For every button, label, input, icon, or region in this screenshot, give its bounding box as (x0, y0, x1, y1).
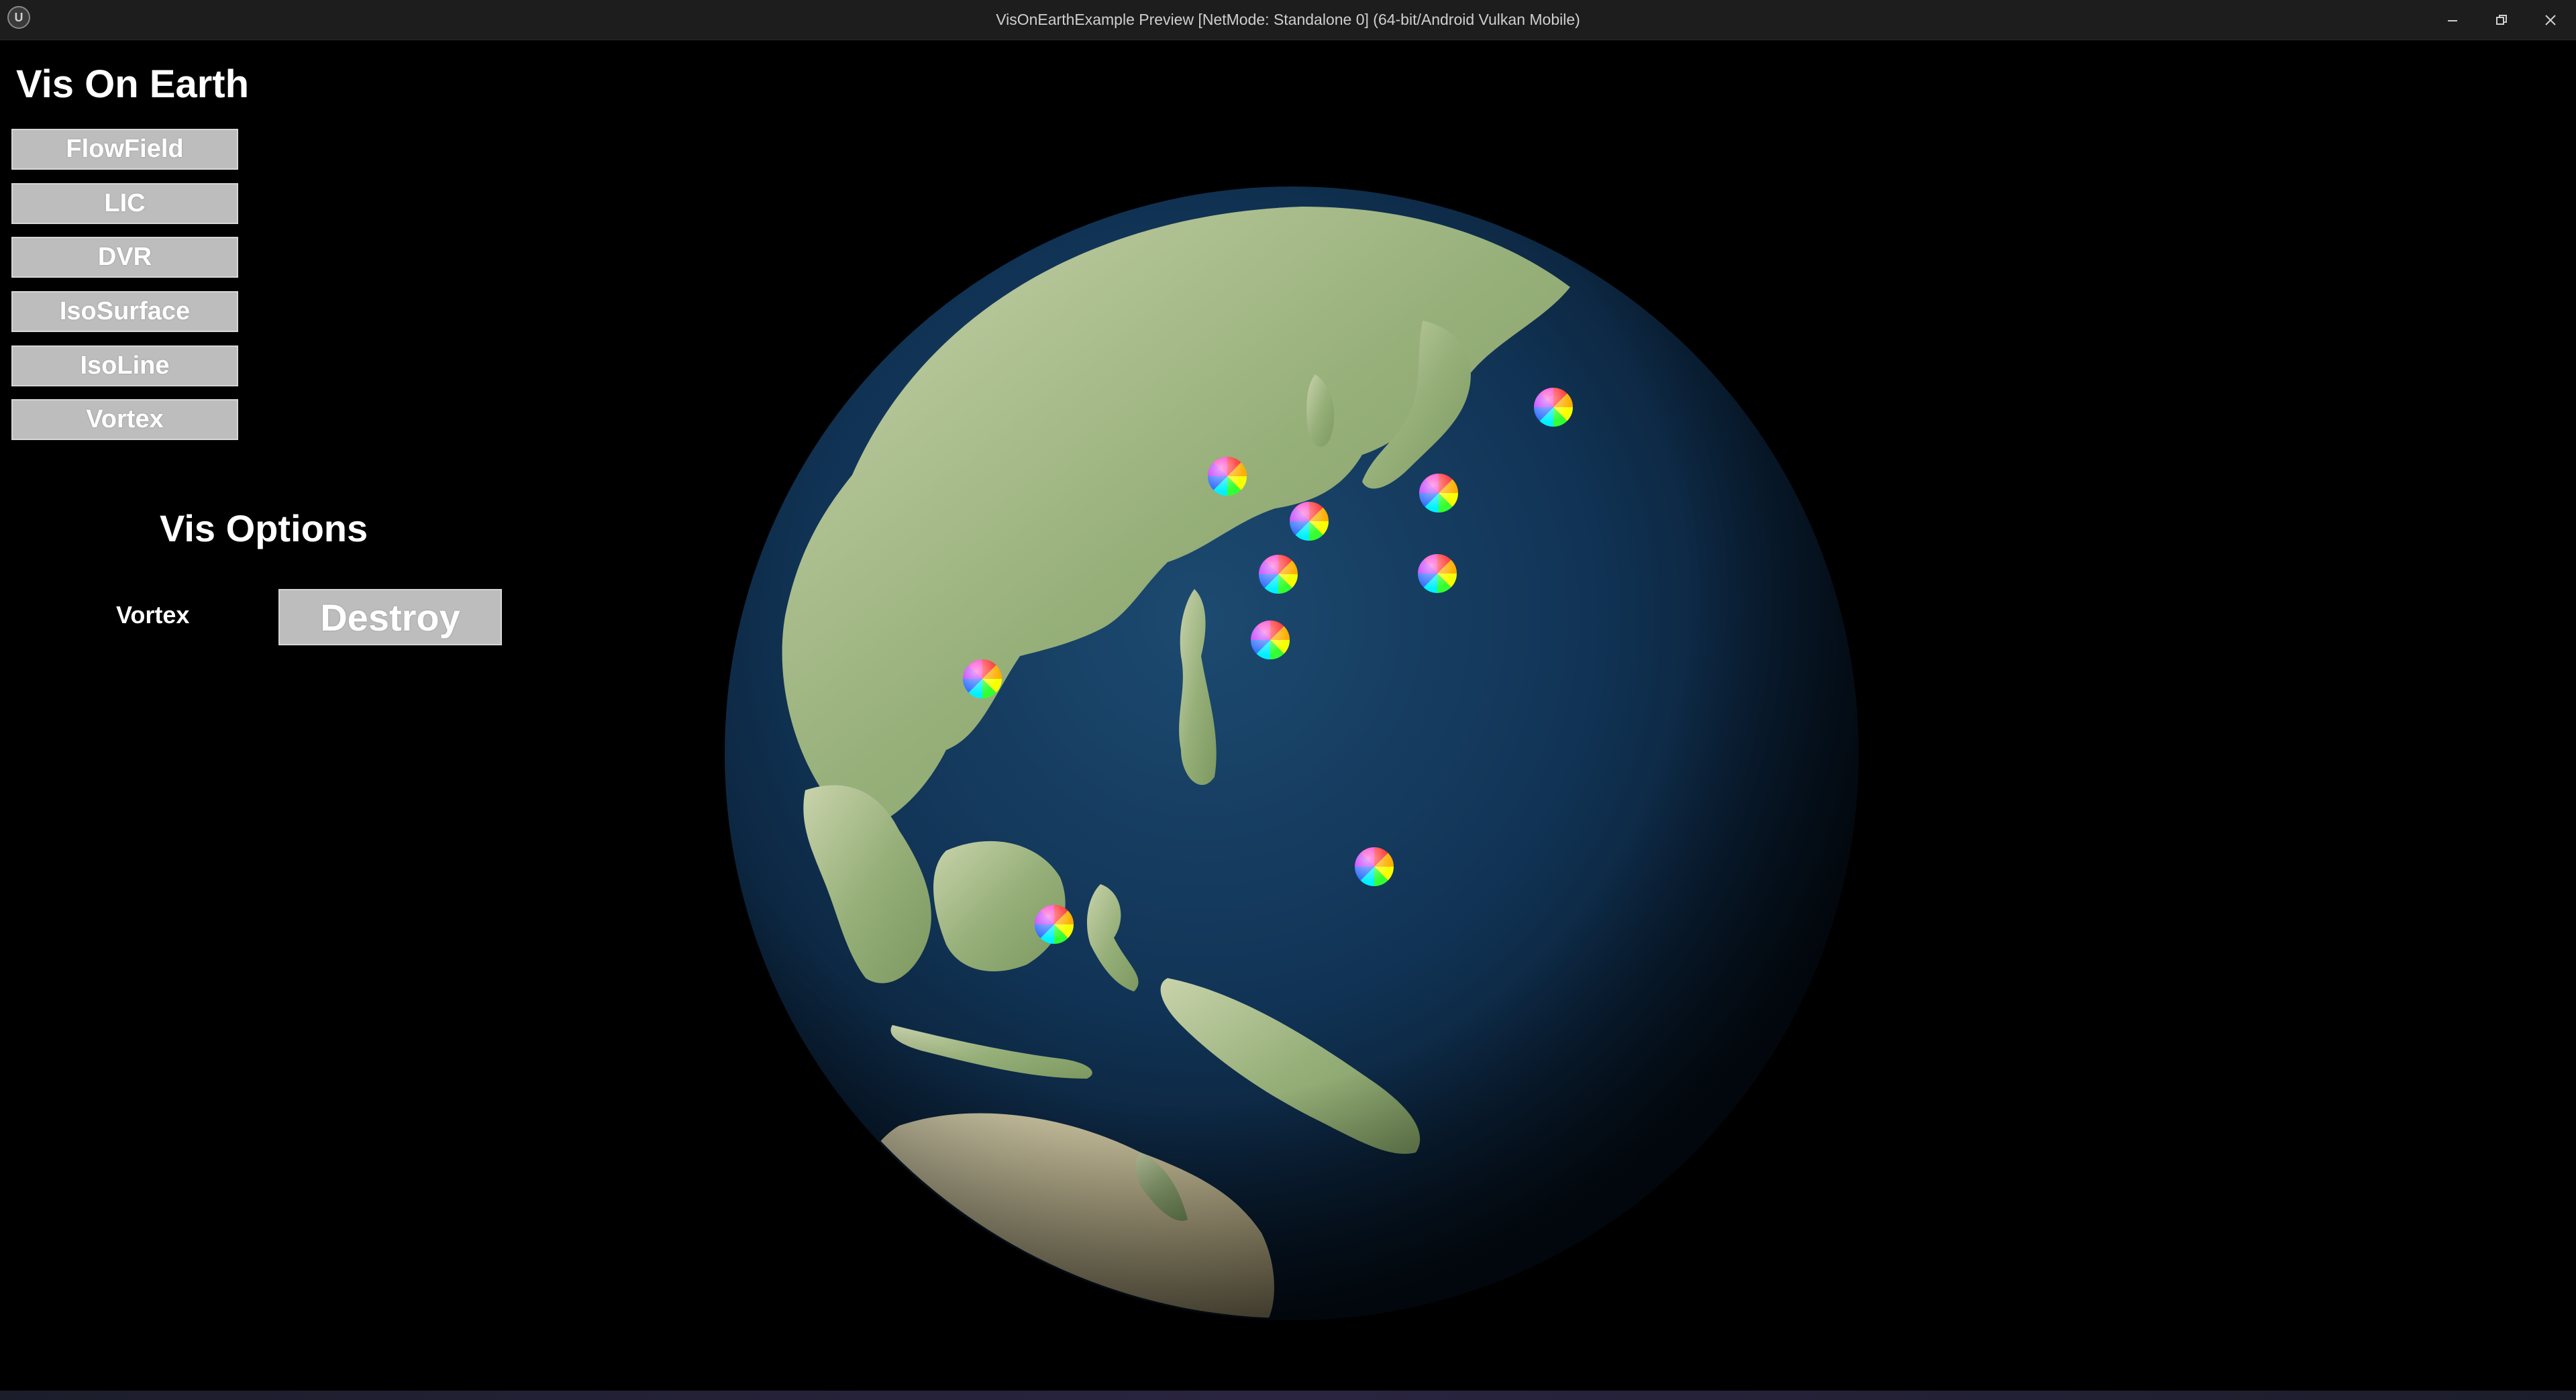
game-viewport[interactable]: Vis On Earth FlowField LIC DVR IsoSurfac… (0, 40, 2576, 1391)
close-icon (2545, 14, 2556, 25)
vortex-marker-icon[interactable] (1290, 502, 1329, 541)
minimize-button[interactable] (2428, 0, 2477, 40)
dvr-button[interactable]: DVR (11, 237, 238, 278)
isoline-button[interactable]: IsoLine (11, 345, 238, 386)
app-title: Vis On Earth (16, 62, 250, 106)
minimize-icon (2448, 19, 2457, 21)
globe-shading (725, 186, 1859, 1320)
earth-globe[interactable] (725, 186, 1859, 1320)
vortex-marker-icon[interactable] (1208, 457, 1247, 496)
window-title: VisOnEarthExample Preview [NetMode: Stan… (996, 11, 1580, 28)
restore-icon (2496, 14, 2507, 25)
vortex-marker-icon[interactable] (1259, 555, 1298, 594)
isosurface-button[interactable]: IsoSurface (11, 291, 238, 332)
close-button[interactable] (2526, 0, 2575, 40)
vortex-button[interactable]: Vortex (11, 399, 238, 440)
vis-options-title: Vis Options (160, 507, 368, 549)
window-titlebar[interactable]: U VisOnEarthExample Preview [NetMode: St… (0, 0, 2576, 40)
vortex-marker-icon[interactable] (1035, 905, 1074, 944)
flowfield-button[interactable]: FlowField (11, 129, 238, 170)
restore-button[interactable] (2477, 0, 2526, 40)
vortex-marker-icon[interactable] (1419, 474, 1458, 513)
lic-button[interactable]: LIC (11, 183, 238, 224)
vortex-marker-icon[interactable] (1418, 554, 1457, 593)
destroy-button[interactable]: Destroy (278, 589, 502, 645)
current-vis-label: Vortex (116, 601, 190, 629)
vortex-marker-icon[interactable] (1355, 847, 1394, 886)
vortex-marker-icon[interactable] (963, 659, 1002, 698)
vortex-marker-icon[interactable] (1534, 388, 1573, 427)
vortex-marker-icon[interactable] (1251, 621, 1290, 659)
taskbar-strip (0, 1391, 2576, 1400)
